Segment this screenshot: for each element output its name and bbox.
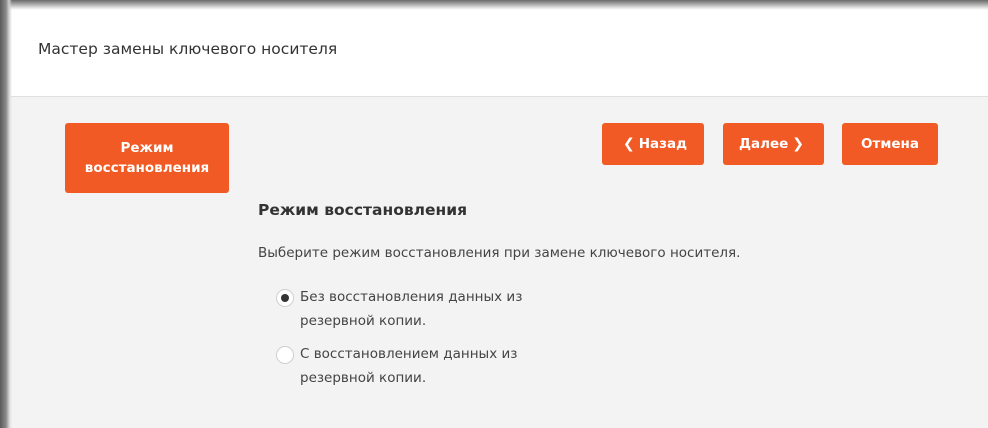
- step-label-line1: Режим: [120, 140, 174, 156]
- window-shadow-top: [0, 0, 988, 10]
- chevron-left-icon: ❮: [623, 136, 635, 152]
- window-shadow-left: [0, 0, 12, 428]
- step-label-line2: восстановления: [84, 160, 210, 176]
- wizard-dialog: Мастер замены ключевого носителя Режим в…: [11, 10, 988, 428]
- radio-with-restore[interactable]: [276, 346, 294, 364]
- next-button[interactable]: Далее ❯: [723, 123, 824, 165]
- back-button-label: Назад: [638, 136, 687, 152]
- cancel-button[interactable]: Отмена: [842, 123, 938, 165]
- back-button[interactable]: ❮ Назад: [602, 123, 704, 165]
- dialog-header: Мастер замены ключевого носителя: [11, 10, 988, 97]
- window-frame: Мастер замены ключевого носителя Режим в…: [0, 0, 988, 428]
- option-label: Без восстановления данных из резервной к…: [300, 289, 523, 329]
- option-with-restore[interactable]: С восстановлением данных из резервной ко…: [276, 345, 580, 390]
- step-recovery-mode-button[interactable]: Режим восстановления: [65, 123, 229, 193]
- option-no-restore[interactable]: Без восстановления данных из резервной к…: [276, 288, 580, 333]
- chevron-right-icon: ❯: [792, 136, 805, 152]
- radio-no-restore[interactable]: [276, 289, 294, 307]
- section-title: Режим восстановления: [258, 201, 468, 219]
- cancel-button-label: Отмена: [861, 136, 919, 152]
- option-label: С восстановлением данных из резервной ко…: [300, 346, 518, 386]
- dialog-title: Мастер замены ключевого носителя: [38, 40, 338, 58]
- section-description: Выберите режим восстановления при замене…: [258, 245, 741, 261]
- next-button-label: Далее: [738, 136, 789, 152]
